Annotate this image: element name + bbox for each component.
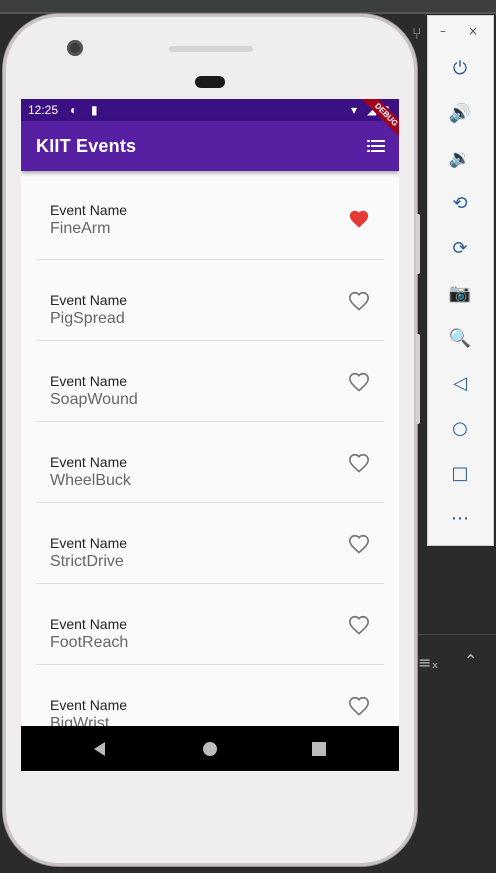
list-menu-button[interactable] [363,134,389,158]
page-title: KIIT Events [36,136,137,156]
volume-down-icon: 🔉 [448,147,472,169]
camera-icon: 📷 [448,282,472,304]
earpiece [195,76,225,88]
event-label: Event Name [50,292,128,308]
event-name: FootReach [50,634,129,651]
emulator-controls-panel: – × ⏻ 🔊 🔉 ⟲ ⟳ 📷 🔍 ◁ ○ □ ⋯ [427,15,494,546]
event-label: Event Name [50,454,128,470]
chevron-up-icon[interactable]: ⌃ [464,651,477,670]
heart-outline-icon[interactable] [348,290,370,312]
phone-screen: 12:25 ◐ ▮ ▾ ◢ ▮ KIIT Events DEBUG Event … [21,99,399,771]
back-icon: ◁ [453,372,467,394]
event-name: BigWrist [50,715,110,726]
ide-lower-panel: ≡ₓ ⌃ [410,634,496,873]
heart-outline-icon[interactable] [348,614,370,636]
list-item[interactable]: Event Name StrictDrive [36,503,384,584]
rotate-right-icon: ⟳ [452,237,468,259]
event-name: WheelBuck [50,472,131,489]
nav-home-icon[interactable] [201,740,219,758]
home-button[interactable]: ○ [446,414,474,442]
overview-button[interactable]: □ [446,459,474,487]
app-bar: KIIT Events [21,121,399,171]
minimize-button[interactable]: – [440,24,446,38]
heart-outline-icon[interactable] [348,371,370,393]
heart-outline-icon[interactable] [348,533,370,555]
status-time: 12:25 [28,103,59,117]
volume-up-icon: 🔊 [448,102,472,124]
list-item[interactable]: Event Name BigWrist [36,665,384,726]
power-icon: ⏻ [452,57,468,79]
more-button[interactable]: ⋯ [446,504,474,532]
event-list[interactable]: Event Name FineArm Event Name PigSpread Even… [21,171,399,726]
overview-icon: □ [451,462,469,484]
list-item[interactable]: Event Name SoapWound [36,341,384,422]
front-camera [67,40,83,56]
volume-down-button[interactable]: 🔉 [446,144,474,172]
power-button[interactable]: ⏻ [446,54,474,82]
battery-icon: ▮ [383,103,390,117]
speaker-grille [169,46,253,52]
ide-top-bar [0,0,496,12]
event-name: PigSpread [50,310,125,327]
sd-card-icon: ▮ [91,103,98,117]
event-name: SoapWound [50,391,138,408]
side-button [416,214,420,274]
status-bar: 12:25 ◐ ▮ ▾ ◢ ▮ [21,99,399,121]
heart-outline-icon[interactable] [348,452,370,474]
event-label: Event Name [50,535,128,551]
event-name: StrictDrive [50,553,124,570]
signal-icon: ◢ [367,103,377,117]
zoom-button[interactable]: 🔍 [446,324,474,352]
more-icon: ⋯ [451,507,469,529]
event-label: Event Name [50,616,128,632]
list-item[interactable]: Event Name PigSpread [36,260,384,341]
heart-filled-icon[interactable] [348,208,370,230]
zoom-icon: 🔍 [448,327,472,349]
clear-all-icon[interactable]: ≡ₓ [418,653,439,672]
nav-overview-icon[interactable] [310,740,328,758]
branch-icon[interactable]: ⑂ [412,24,422,43]
flutter-status-icon: ◐ [70,103,78,117]
list-item[interactable]: Event Name FineArm [36,171,384,260]
nav-back-icon[interactable] [91,740,109,758]
event-name: FineArm [50,220,111,237]
android-nav-bar [21,726,399,771]
heart-outline-icon[interactable] [348,695,370,717]
event-label: Event Name [50,697,128,713]
rotate-left-button[interactable]: ⟲ [446,189,474,217]
volume-rocker [416,334,420,424]
event-label: Event Name [50,373,128,389]
volume-up-button[interactable]: 🔊 [446,99,474,127]
back-button[interactable]: ◁ [446,369,474,397]
list-icon [367,140,385,152]
close-button[interactable]: × [468,24,478,38]
camera-button[interactable]: 📷 [446,279,474,307]
rotate-right-button[interactable]: ⟳ [446,234,474,262]
list-item[interactable]: Event Name FootReach [36,584,384,665]
wifi-icon: ▾ [351,103,358,117]
event-label: Event Name [50,202,128,218]
home-icon: ○ [452,417,468,439]
list-item[interactable]: Event Name WheelBuck [36,422,384,503]
rotate-left-icon: ⟲ [452,192,468,214]
